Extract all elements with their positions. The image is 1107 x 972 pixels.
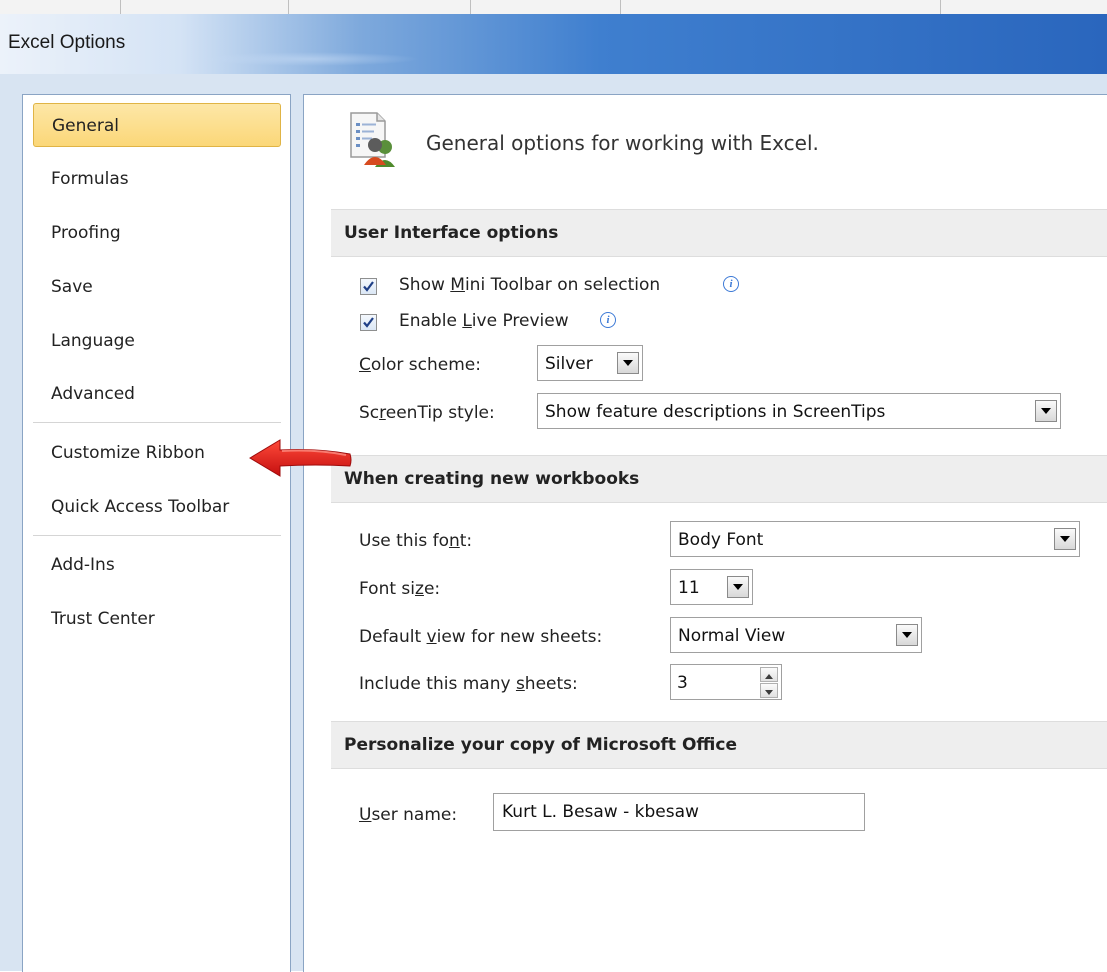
options-sidebar: General Formulas Proofing Save Language … [22,94,291,972]
font-size-select[interactable]: 11 [670,569,753,605]
mini-toolbar-checkbox[interactable] [360,278,377,295]
sidebar-item-advanced[interactable]: Advanced [33,372,281,416]
section-header-personalize: Personalize your copy of Microsoft Offic… [331,721,1107,769]
info-icon[interactable]: i [600,312,616,328]
live-preview-checkbox[interactable] [360,314,377,331]
section-header-user-interface: User Interface options [331,209,1107,257]
info-icon[interactable]: i [723,276,739,292]
mini-toolbar-label[interactable]: Show Mini Toolbar on selection [399,275,660,295]
sidebar-item-add-ins[interactable]: Add-Ins [33,543,281,587]
sheet-count-value: 3 [677,673,688,693]
dialog-body: General Formulas Proofing Save Language … [0,74,1107,972]
font-select[interactable]: Body Font [670,521,1080,557]
sheet-count-spinner[interactable]: 3 [670,664,782,700]
sidebar-item-language[interactable]: Language [33,319,281,363]
top-nav-strip-partial [0,0,1107,14]
chevron-down-icon[interactable] [617,352,639,374]
checkmark-icon [363,317,374,328]
spin-up-icon[interactable] [760,667,778,682]
screentip-style-value: Show feature descriptions in ScreenTips [545,402,886,422]
sidebar-item-customize-ribbon[interactable]: Customize Ribbon [33,431,281,475]
chevron-down-icon[interactable] [727,576,749,598]
sidebar-item-proofing[interactable]: Proofing [33,211,281,255]
title-bar-glare [200,52,420,66]
section-title: When creating new workbooks [344,469,640,489]
checkmark-icon [363,281,374,292]
nav-separator [940,0,941,14]
sidebar-item-save[interactable]: Save [33,265,281,309]
sidebar-divider [33,422,281,423]
section-title: Personalize your copy of Microsoft Offic… [344,735,737,755]
font-value: Body Font [678,530,764,550]
nav-separator [120,0,121,14]
window-title-bar[interactable]: Excel Options [0,14,1107,74]
color-scheme-value: Silver [545,354,593,374]
color-scheme-label: Color scheme: [359,355,481,375]
spin-down-icon[interactable] [760,683,778,698]
options-header-text: General options for working with Excel. [426,131,819,155]
user-name-input[interactable]: Kurt L. Besaw - kbesaw [493,793,865,831]
color-scheme-select[interactable]: Silver [537,345,643,381]
sidebar-item-trust-center[interactable]: Trust Center [33,597,281,641]
chevron-down-icon[interactable] [896,624,918,646]
font-label: Use this font: [359,531,473,551]
user-name-label: User name: [359,805,458,825]
screentip-style-label: ScreenTip style: [359,403,495,423]
default-view-value: Normal View [678,626,786,646]
nav-separator [470,0,471,14]
section-header-new-workbooks: When creating new workbooks [331,455,1107,503]
section-title: User Interface options [344,223,559,243]
font-size-value: 11 [678,578,700,598]
screentip-style-select[interactable]: Show feature descriptions in ScreenTips [537,393,1061,429]
user-name-value: Kurt L. Besaw - kbesaw [502,802,699,822]
annotation-arrow-icon [249,439,352,477]
sheet-count-label: Include this many sheets: [359,674,578,694]
default-view-label: Default view for new sheets: [359,627,603,647]
nav-separator [620,0,621,14]
sidebar-item-general[interactable]: General [33,103,281,147]
window-title: Excel Options [8,32,126,53]
sidebar-item-formulas[interactable]: Formulas [33,157,281,201]
general-options-icon [350,112,395,167]
live-preview-label[interactable]: Enable Live Preview [399,311,569,331]
sidebar-item-quick-access-toolbar[interactable]: Quick Access Toolbar [33,485,281,529]
chevron-down-icon[interactable] [1054,528,1076,550]
nav-separator [288,0,289,14]
chevron-down-icon[interactable] [1035,400,1057,422]
options-content-panel: General options for working with Excel. … [303,94,1107,972]
default-view-select[interactable]: Normal View [670,617,922,653]
sidebar-divider [33,535,281,536]
font-size-label: Font size: [359,579,441,599]
